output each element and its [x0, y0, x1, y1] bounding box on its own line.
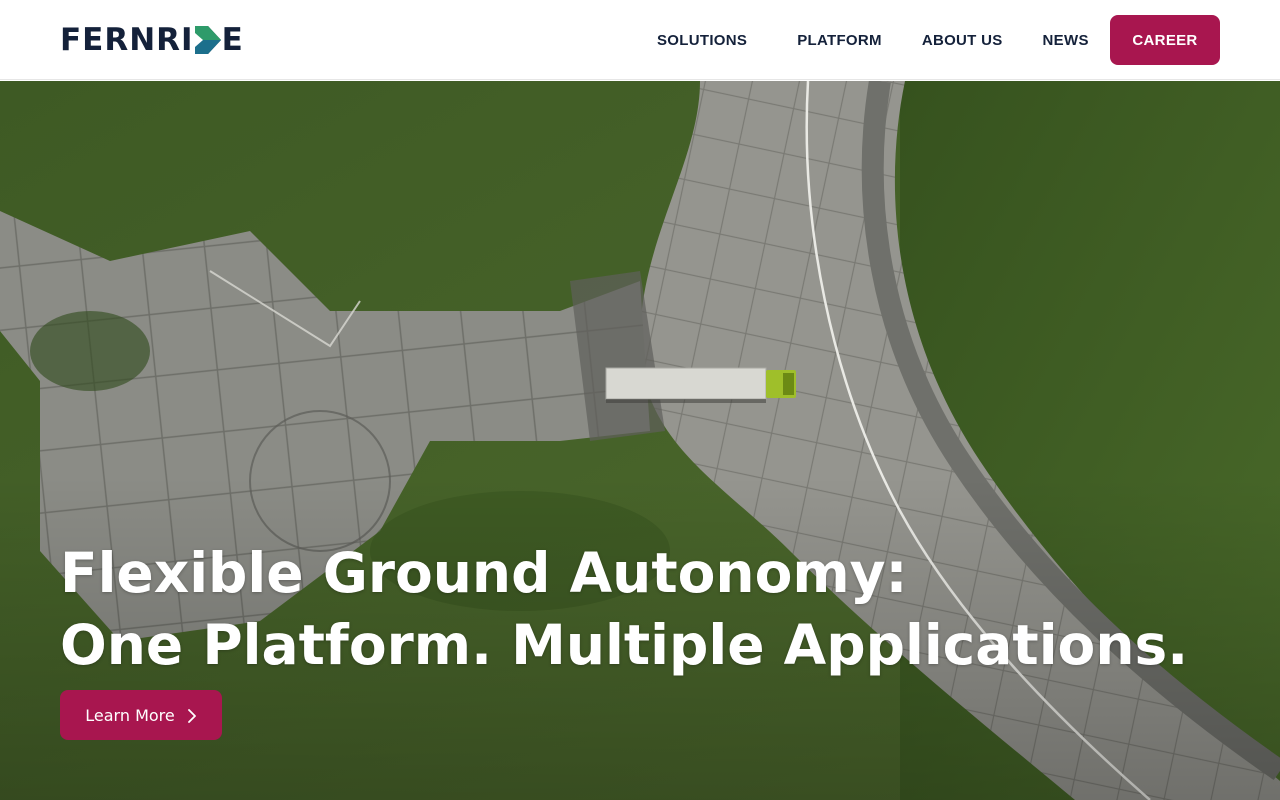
- hero-title: Flexible Ground Autonomy: One Platform. …: [60, 537, 1240, 681]
- hero-title-line-1: Flexible Ground Autonomy:: [60, 541, 908, 605]
- hero-title-line-2: One Platform. Multiple Applications.: [60, 613, 1189, 677]
- main-nav: SOLUTIONS PLATFORM ABOUT US NEWS: [657, 0, 1089, 80]
- learn-more-button[interactable]: Learn More: [60, 690, 222, 740]
- career-button[interactable]: CAREER: [1110, 15, 1220, 65]
- hero-section: Flexible Ground Autonomy: One Platform. …: [0, 81, 1280, 800]
- chevron-right-icon: [187, 708, 197, 723]
- nav-news[interactable]: NEWS: [1043, 32, 1089, 49]
- nav-solutions[interactable]: SOLUTIONS: [657, 32, 747, 49]
- learn-more-label: Learn More: [85, 705, 175, 725]
- logo-text-right: E: [221, 22, 244, 58]
- fernride-d-mark-icon: [194, 26, 221, 54]
- fernride-logo[interactable]: FERNRI E: [60, 22, 244, 58]
- site-header: FERNRI E SOLUTIONS PLATFORM ABOUT US NEW…: [0, 0, 1280, 80]
- nav-platform[interactable]: PLATFORM: [797, 32, 882, 49]
- logo-text-left: FERNRI: [60, 22, 194, 58]
- nav-about-us[interactable]: ABOUT US: [922, 32, 1003, 49]
